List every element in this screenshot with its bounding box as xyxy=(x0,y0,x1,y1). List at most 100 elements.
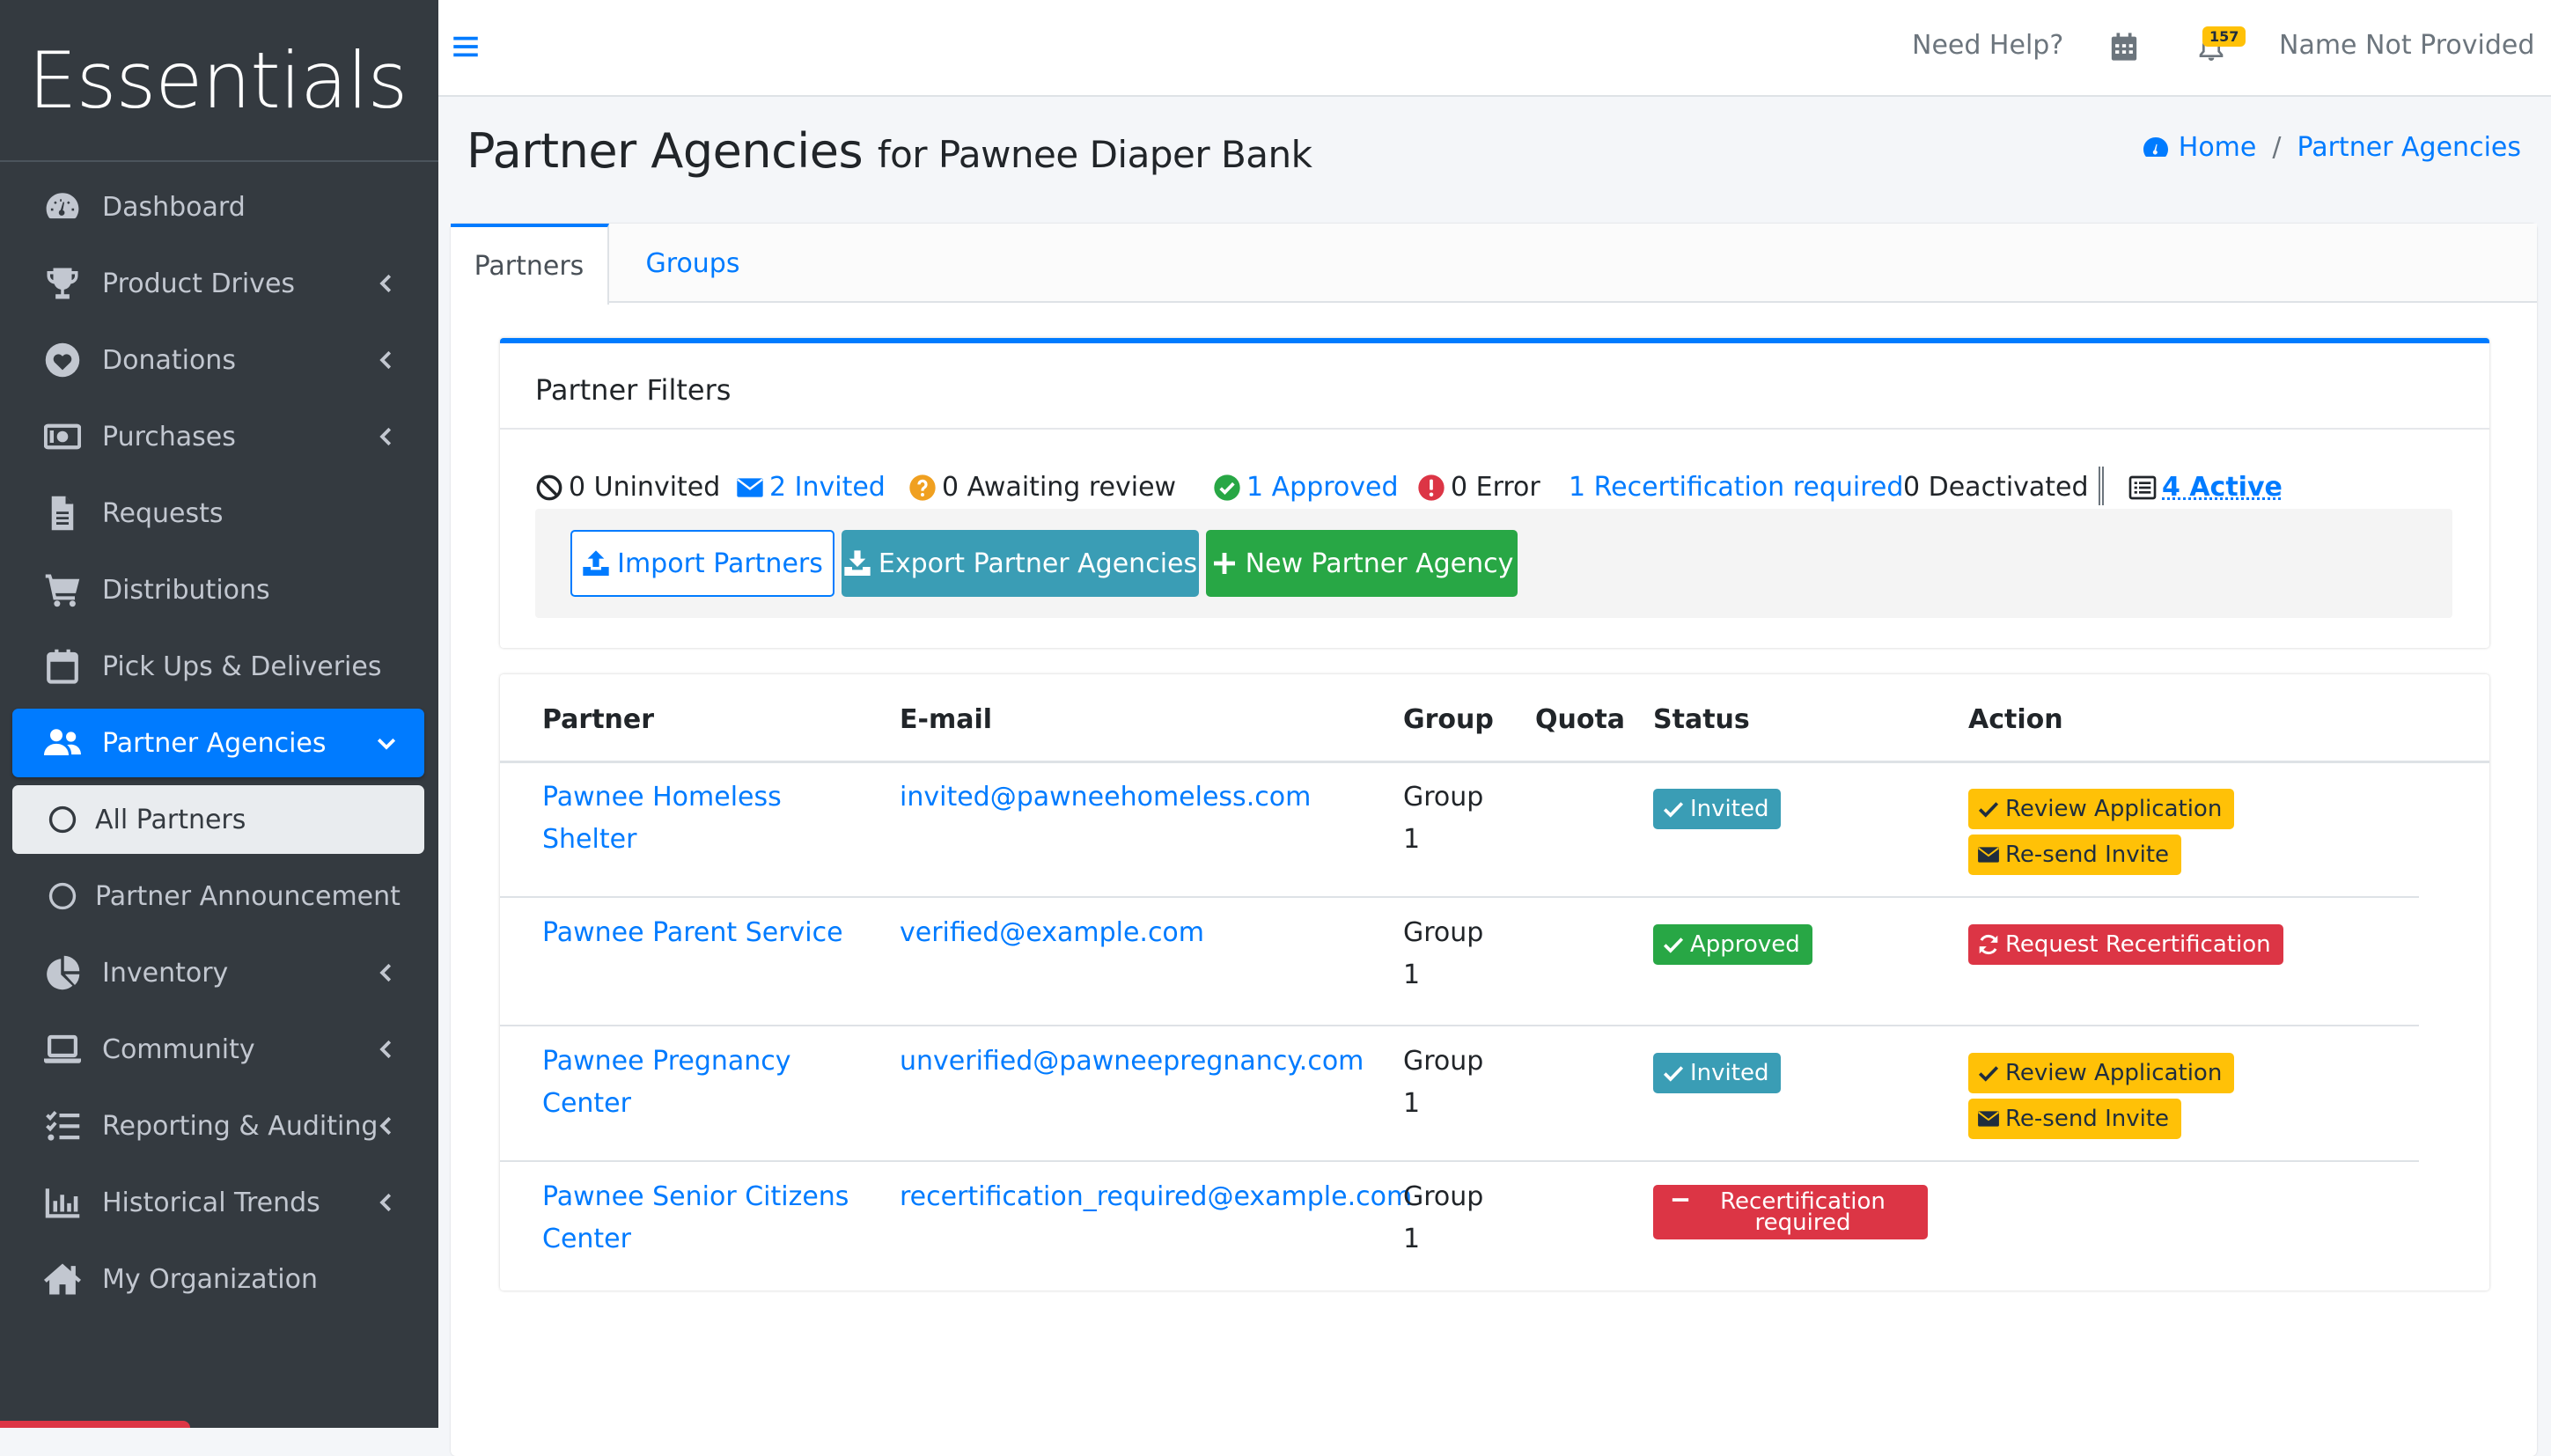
partner-name-link[interactable]: Pawnee Senior Citizens Center xyxy=(542,1176,868,1261)
sidebar-item-label: Pick Ups & Deliveries xyxy=(102,651,382,682)
tab-groups[interactable]: Groups xyxy=(609,224,776,303)
money-bill-icon xyxy=(44,418,81,455)
sidebar-item-purchases[interactable]: Purchases xyxy=(12,402,424,471)
filter-awaiting-review[interactable]: 0 Awaiting review xyxy=(908,472,1176,503)
filter-row: 0 Uninvited 2 Invited 0 Awaiting review … xyxy=(535,467,2454,507)
tab-partners[interactable]: Partners xyxy=(451,224,609,305)
sidebar-item-donations[interactable]: Donations xyxy=(12,326,424,394)
sidebar-item-my-organization[interactable]: My Organization xyxy=(12,1245,424,1313)
minus-icon xyxy=(1671,1190,1690,1210)
check-icon xyxy=(1977,798,2000,820)
partner-name-link[interactable]: Pawnee Pregnancy Center xyxy=(542,1041,868,1125)
sidebar-item-dashboard[interactable]: Dashboard xyxy=(12,173,424,241)
brand-logo[interactable]: Essentials xyxy=(0,0,438,162)
sidebar-item-requests[interactable]: Requests xyxy=(12,479,424,548)
filter-invited[interactable]: 2 Invited xyxy=(736,472,886,503)
column-header-group[interactable]: Group xyxy=(1403,704,1494,735)
envelope-icon xyxy=(1977,1107,2000,1130)
status-badge: Invited xyxy=(1653,1053,1782,1093)
calendar-icon[interactable] xyxy=(2109,31,2139,63)
import-partners-button[interactable]: Import Partners xyxy=(570,530,834,597)
status-badge: Approved xyxy=(1653,924,1812,965)
sidebar-item-reporting-auditing[interactable]: Reporting & Auditing xyxy=(12,1092,424,1160)
filters-button-well: Import Partners Export Partner Agencies … xyxy=(535,509,2452,618)
breadcrumb-home-link[interactable]: Home xyxy=(2179,132,2257,163)
sidebar-item-historical-trends[interactable]: Historical Trends xyxy=(12,1168,424,1237)
export-partner-agencies-button[interactable]: Export Partner Agencies xyxy=(842,530,1199,597)
check-circle-icon xyxy=(1213,474,1241,502)
sidebar-item-label: Product Drives xyxy=(102,268,296,299)
column-header-quota[interactable]: Quota xyxy=(1535,704,1625,735)
status-label: Invited xyxy=(1690,1060,1769,1086)
heart-icon xyxy=(44,342,81,379)
button-label: New Partner Agency xyxy=(1245,548,1514,579)
partner-email-link[interactable]: invited@pawneehomeless.com xyxy=(900,776,1311,819)
filter-uninvited[interactable]: 0 Uninvited xyxy=(535,472,720,503)
resend-invite-button[interactable]: Re-send Invite xyxy=(1968,1099,2182,1139)
sidebar-item-label: Inventory xyxy=(102,957,229,989)
sidebar-item-label: My Organization xyxy=(102,1263,318,1295)
filter-label: 1 Recertification required xyxy=(1569,472,1904,503)
check-icon xyxy=(1662,798,1685,820)
breadcrumb-separator: / xyxy=(2272,132,2282,163)
filters-title: Partner Filters xyxy=(535,373,731,407)
column-header-action[interactable]: Action xyxy=(1968,704,2063,735)
column-header-partner[interactable]: Partner xyxy=(542,704,654,735)
review-application-button[interactable]: Review Application xyxy=(1968,1053,2235,1093)
filter-active[interactable]: 4 Active xyxy=(2128,472,2283,503)
filter-deactivated[interactable]: 0 Deactivated xyxy=(1903,472,2089,503)
filter-recertification-required[interactable]: 1 Recertification required xyxy=(1569,472,1903,503)
partner-filters-card: Partner Filters 0 Uninvited 2 Invited 0 … xyxy=(500,338,2489,648)
brand-name: Essentials xyxy=(28,34,408,126)
filter-approved[interactable]: 1 Approved xyxy=(1213,472,1399,503)
question-circle-icon xyxy=(908,474,937,502)
sidebar-item-distributions[interactable]: Distributions xyxy=(12,555,424,624)
table-row: Pawnee Senior Citizens Center recertific… xyxy=(500,1162,2419,1291)
resend-invite-button[interactable]: Re-send Invite xyxy=(1968,835,2182,875)
sidebar-menu: Dashboard Product Drives Donations Purch… xyxy=(12,173,424,1321)
cart-icon xyxy=(44,571,81,608)
request-recertification-button[interactable]: Request Recertification xyxy=(1968,924,2283,965)
new-partner-agency-button[interactable]: New Partner Agency xyxy=(1206,530,1518,597)
bar-chart-icon xyxy=(44,1184,81,1221)
tab-bar: Partners Groups xyxy=(451,224,2537,305)
upload-icon xyxy=(582,549,610,577)
sidebar-item-partner-agencies[interactable]: Partner Agencies xyxy=(12,709,424,777)
button-label: Re-send Invite xyxy=(2005,842,2170,868)
sidebar-item-all-partners[interactable]: All Partners xyxy=(12,785,424,854)
button-label: Review Application xyxy=(2005,796,2223,822)
hamburger-menu-icon[interactable] xyxy=(452,33,479,60)
filter-error[interactable]: 0 Error xyxy=(1417,472,1540,503)
breadcrumb-current[interactable]: Partner Agencies xyxy=(2297,132,2521,163)
chevron-left-icon xyxy=(373,1189,400,1216)
need-help-link[interactable]: Need Help? xyxy=(1912,30,2063,61)
top-navbar: Need Help? 157 Name Not Provided xyxy=(438,0,2551,97)
user-menu[interactable]: Name Not Provided xyxy=(2279,30,2534,61)
sidebar-item-label: Historical Trends xyxy=(102,1187,320,1218)
chevron-left-icon xyxy=(373,1113,400,1139)
dashboard-gauge-icon xyxy=(44,188,81,225)
sidebar-item-product-drives[interactable]: Product Drives xyxy=(12,249,424,318)
refresh-icon xyxy=(1977,933,2000,956)
partner-name-link[interactable]: Pawnee Parent Service xyxy=(542,912,868,954)
sidebar-item-partner-announcement[interactable]: Partner Announcement xyxy=(12,862,424,930)
button-label: Import Partners xyxy=(617,548,823,579)
partner-email-link[interactable]: recertification_required@example.com xyxy=(900,1176,1412,1218)
chevron-left-icon xyxy=(373,960,400,986)
filter-label: 0 Uninvited xyxy=(569,472,721,503)
sidebar-item-inventory[interactable]: Inventory xyxy=(12,938,424,1007)
partner-email-link[interactable]: unverified@pawneepregnancy.com xyxy=(900,1041,1364,1083)
partner-name-link[interactable]: Pawnee Homeless Shelter xyxy=(542,776,868,861)
review-application-button[interactable]: Review Application xyxy=(1968,789,2235,829)
sidebar-item-pickups-deliveries[interactable]: Pick Ups & Deliveries xyxy=(12,632,424,701)
file-icon xyxy=(44,495,81,532)
column-header-email[interactable]: E-mail xyxy=(900,704,992,735)
column-header-status[interactable]: Status xyxy=(1653,704,1750,735)
partner-email-link[interactable]: verified@example.com xyxy=(900,912,1204,954)
table-row: Pawnee Parent Service verified@example.c… xyxy=(500,898,2419,1026)
breadcrumb: Home / Partner Agencies xyxy=(2140,132,2521,163)
sidebar-item-community[interactable]: Community xyxy=(12,1015,424,1084)
filter-divider xyxy=(2099,467,2104,505)
status-label: Approved xyxy=(1690,931,1800,958)
sidebar: Essentials Dashboard Product Drives Dona… xyxy=(0,0,438,1428)
